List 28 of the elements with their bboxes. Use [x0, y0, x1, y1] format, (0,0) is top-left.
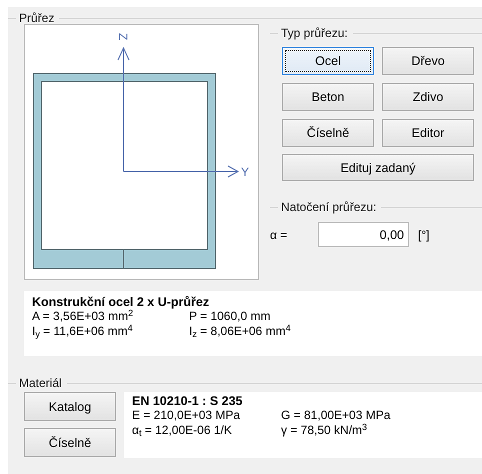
- axis-label: Y: [241, 165, 250, 179]
- property-value: A = 3,56E+03 mm$^{2}$: [32, 309, 134, 324]
- type-button[interactable]: Ocel: [282, 47, 374, 75]
- angle-label: α =: [270, 228, 288, 242]
- angle-field[interactable]: 0,00: [318, 222, 409, 247]
- material-name: EN 10210-1 : S 235: [132, 394, 244, 408]
- type-button[interactable]: Zdivo: [382, 83, 474, 111]
- material-button[interactable]: Katalog: [24, 392, 116, 421]
- type-button[interactable]: Editor: [382, 119, 474, 147]
- profile-title: Konstrukční ocel 2 x U-průřez: [32, 295, 210, 309]
- property-value: P = 1060,0 mm: [189, 309, 272, 324]
- type-button[interactable]: Edituj zadaný: [282, 154, 474, 181]
- property-value: I$_{y}$ = 11,6E+06 mm$^{4}$: [32, 324, 134, 339]
- group-title: Materiál: [19, 376, 62, 390]
- material-button[interactable]: Číselně: [24, 428, 116, 457]
- material-value: E = 210,0E+03 MPa: [132, 408, 242, 423]
- unit-label: [°]: [418, 228, 430, 242]
- material-value: G = 81,00E+03 MPa: [281, 408, 392, 423]
- type-button[interactable]: Dřevo: [382, 47, 474, 75]
- type-button[interactable]: Beton: [282, 83, 374, 111]
- property-value: I$_{z}$ = 8,06E+06 mm$^{4}$: [189, 324, 292, 339]
- axis-label: Z: [116, 33, 130, 40]
- group-title: Průřez: [19, 11, 54, 25]
- material-value: γ = 78,50 kN/m$^{3}$: [281, 423, 368, 438]
- material-value: α$_{t}$ = 12,00E-06 1/K: [132, 423, 233, 438]
- type-button[interactable]: Číselně: [282, 119, 374, 147]
- group-title: Natočení průřezu:: [281, 200, 376, 214]
- group-title: Typ průřezu:: [281, 26, 348, 40]
